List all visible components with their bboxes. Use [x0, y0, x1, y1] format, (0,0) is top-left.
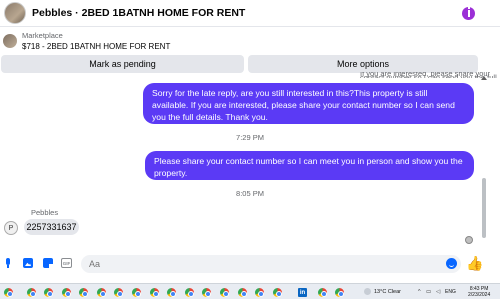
message-bubble-outgoing[interactable]: Sorry for the late reply, are you still … — [143, 83, 474, 124]
marketplace-label: Marketplace — [22, 31, 63, 40]
info-icon[interactable] — [462, 7, 475, 20]
chrome-icon[interactable] — [79, 288, 88, 297]
language-indicator[interactable]: ENG — [445, 289, 456, 295]
network-icon[interactable]: ▭ — [426, 289, 431, 295]
weather-text[interactable]: 13°C Clear — [374, 289, 401, 295]
chevron-up-icon[interactable]: ^ — [418, 289, 421, 295]
chrome-icon[interactable] — [114, 288, 123, 297]
listing-thumbnail — [3, 34, 17, 48]
chrome-icon[interactable] — [273, 288, 282, 297]
seen-indicator-icon — [465, 236, 473, 244]
chrome-icon[interactable] — [4, 288, 13, 297]
os-taskbar: in 13°C Clear ^ ▭ ◁ ENG 8:43 PM 2/23/202… — [0, 283, 500, 299]
chrome-icon[interactable] — [27, 288, 36, 297]
listing-title[interactable]: $718 - 2BED 1BATNH HOME FOR RENT — [22, 42, 170, 51]
chrome-icon[interactable] — [132, 288, 141, 297]
photo-icon[interactable] — [23, 258, 33, 268]
scrollbar-thumb[interactable] — [482, 178, 486, 238]
microphone-icon[interactable] — [3, 258, 13, 268]
clock-date: 2/23/2024 — [468, 292, 491, 298]
message-input[interactable] — [81, 255, 461, 273]
more-options-button[interactable]: More options — [248, 55, 478, 73]
volume-icon[interactable]: ◁ — [436, 289, 440, 295]
chrome-icon[interactable] — [255, 288, 264, 297]
message-bubble-incoming[interactable]: 2257331637 — [24, 219, 79, 235]
chrome-icon[interactable] — [167, 288, 176, 297]
mark-as-pending-button[interactable]: Mark as pending — [1, 55, 244, 73]
chrome-icon[interactable] — [335, 288, 344, 297]
emoji-icon[interactable] — [446, 258, 457, 269]
message-bubble-outgoing[interactable]: Please share your contact number so I ca… — [145, 151, 474, 180]
sender-avatar[interactable]: P — [4, 221, 18, 235]
chrome-icon[interactable] — [238, 288, 247, 297]
chat-header: Pebbles · 2BED 1BATNH HOME FOR RENT — [0, 0, 500, 27]
clock[interactable]: 8:43 PM 2/23/2024 — [468, 286, 490, 298]
chat-title[interactable]: Pebbles · 2BED 1BATNH HOME FOR RENT — [32, 7, 245, 19]
chrome-icon[interactable] — [150, 288, 159, 297]
sticker-icon[interactable] — [43, 258, 53, 268]
clipped-previous-message: If you are interested, please share your… — [360, 72, 497, 78]
chrome-icon[interactable] — [318, 288, 327, 297]
compose-bar: GIF 👍 — [0, 252, 500, 274]
chrome-icon[interactable] — [202, 288, 211, 297]
gif-icon[interactable]: GIF — [61, 258, 72, 268]
chrome-icon[interactable] — [220, 288, 229, 297]
thumbs-up-icon[interactable]: 👍 — [466, 255, 483, 271]
sender-name: Pebbles — [31, 208, 59, 217]
message-timestamp: 8:05 PM — [236, 189, 264, 198]
message-timestamp: 7:29 PM — [236, 133, 264, 142]
chrome-icon[interactable] — [185, 288, 194, 297]
weather-icon[interactable] — [364, 288, 371, 295]
linkedin-icon[interactable]: in — [298, 288, 307, 297]
chrome-icon[interactable] — [44, 288, 53, 297]
chrome-icon[interactable] — [62, 288, 71, 297]
marketplace-listing[interactable]: Marketplace $718 - 2BED 1BATNH HOME FOR … — [0, 28, 500, 54]
chrome-icon[interactable] — [97, 288, 106, 297]
contact-avatar[interactable] — [4, 2, 26, 24]
